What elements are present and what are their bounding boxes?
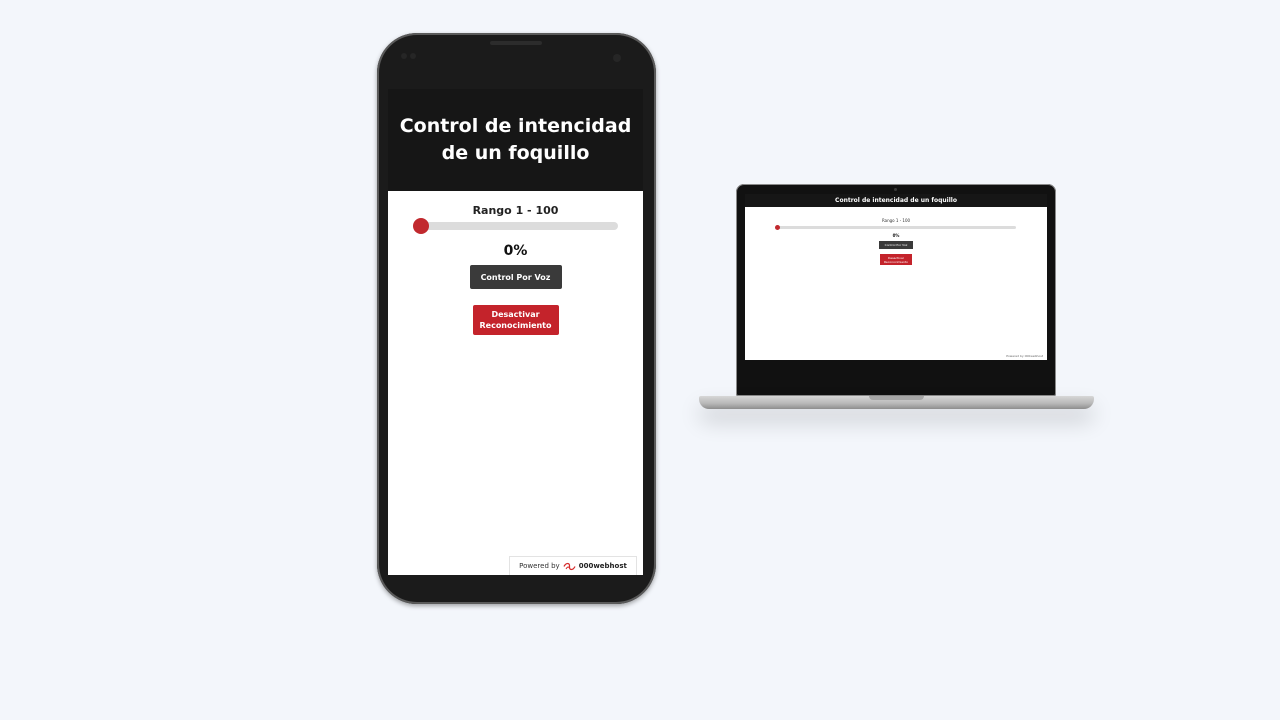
phone-camera bbox=[613, 54, 621, 62]
laptop-camera bbox=[894, 188, 897, 191]
laptop-notch bbox=[869, 396, 924, 400]
laptop-screen: Control de intencidad de un foquillo Ran… bbox=[745, 194, 1047, 360]
intensity-percent: 0% bbox=[503, 243, 528, 259]
laptop-range-label: Rango 1 - 100 bbox=[881, 218, 911, 223]
laptop-slider-track[interactable] bbox=[776, 226, 1016, 229]
laptop-page-title: Control de intencidad de un foquillo bbox=[745, 194, 1047, 207]
phone-sensor bbox=[410, 53, 416, 59]
phone-screen: Control de intencidad de un foquillo Ran… bbox=[388, 89, 643, 575]
laptop-slider-thumb[interactable] bbox=[775, 225, 780, 230]
powered-by-badge[interactable]: Powered by 000webhost bbox=[509, 556, 637, 575]
laptop-intensity-percent: 0% bbox=[892, 233, 900, 238]
range-label: Rango 1 - 100 bbox=[472, 204, 559, 217]
powered-by-brand: 000webhost bbox=[578, 562, 627, 570]
laptop-powered-by-badge[interactable]: Powered by 000webhost bbox=[1006, 354, 1043, 358]
powered-by-label: Powered by bbox=[519, 562, 560, 570]
laptop-mockup: Control de intencidad de un foquillo Ran… bbox=[736, 184, 1056, 396]
phone-speaker bbox=[490, 41, 542, 45]
laptop-deactivate-recognition-button[interactable]: Desactivar Reconocimiento bbox=[880, 254, 912, 265]
laptop-voice-control-button[interactable]: Control Por Voz bbox=[879, 241, 913, 249]
deactivate-recognition-button[interactable]: Desactivar Reconocimiento bbox=[472, 305, 559, 335]
laptop-base bbox=[699, 396, 1094, 409]
slider-track[interactable] bbox=[414, 222, 618, 230]
voice-control-button[interactable]: Control Por Voz bbox=[469, 265, 562, 289]
mockup-stage: Control de intencidad de un foquillo Ran… bbox=[0, 0, 1280, 720]
laptop-intensity-slider[interactable] bbox=[775, 225, 1016, 230]
phone-mockup: Control de intencidad de un foquillo Ran… bbox=[377, 33, 656, 604]
page-title: Control de intencidad de un foquillo bbox=[388, 89, 643, 191]
000webhost-logo-icon bbox=[563, 562, 576, 570]
slider-thumb[interactable] bbox=[413, 218, 429, 234]
phone-sensor bbox=[401, 53, 407, 59]
intensity-slider[interactable] bbox=[413, 218, 618, 234]
